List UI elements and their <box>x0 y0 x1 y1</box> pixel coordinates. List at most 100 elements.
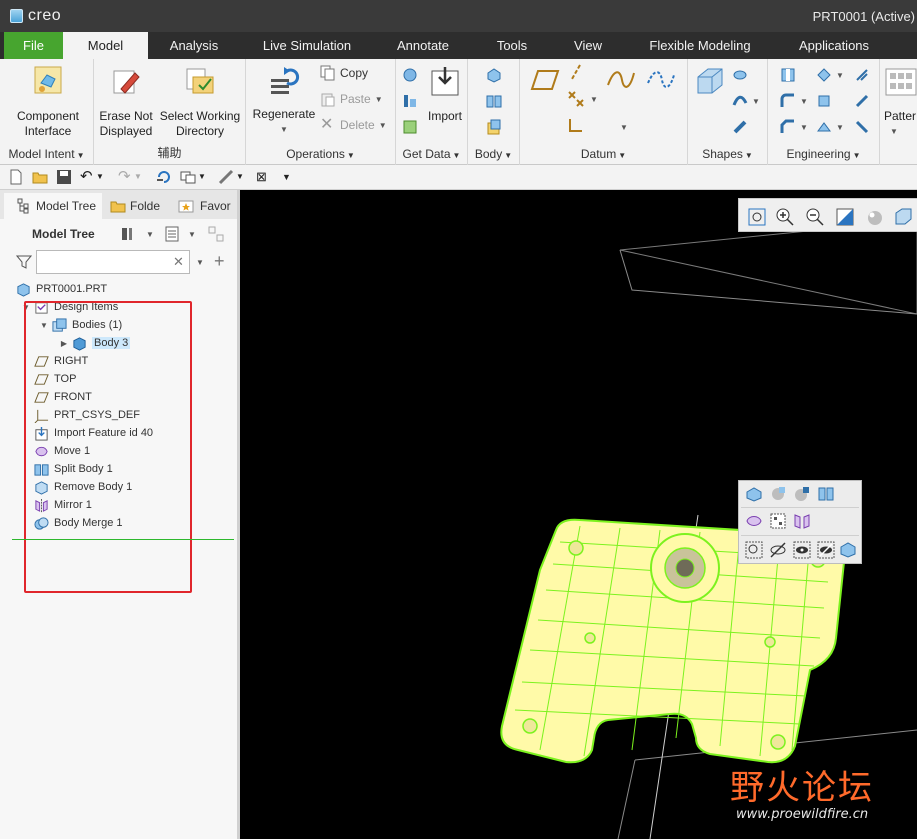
chevron-down-icon[interactable]: ▼ <box>96 169 112 185</box>
display-style-icon[interactable] <box>865 207 885 227</box>
chevron-down-icon[interactable]: ▼ <box>198 169 214 185</box>
tree-root[interactable]: PRT0001.PRT <box>16 280 107 298</box>
chevron-down-icon[interactable]: ▼ <box>134 169 150 185</box>
chevron-down-icon[interactable]: ▼ <box>800 97 808 106</box>
datum-group-label[interactable]: Datum ▼ <box>520 147 687 161</box>
chevron-down-icon[interactable]: ▼ <box>236 169 252 185</box>
tab-folder-browser[interactable]: Folde <box>102 193 168 219</box>
split-body-icon[interactable] <box>486 93 502 109</box>
revolve-icon[interactable] <box>732 67 748 83</box>
pattern-body-icon[interactable] <box>769 512 787 530</box>
insert-here-line[interactable] <box>12 539 234 540</box>
redo-icon[interactable]: ↷ <box>118 169 134 185</box>
save-icon[interactable] <box>56 169 72 185</box>
tree-filter-disabled-icon[interactable] <box>208 226 224 242</box>
close-window-icon[interactable]: ⊠ <box>256 169 272 185</box>
tab-live-simulation[interactable]: Live Simulation <box>254 32 360 59</box>
chevron-down-icon[interactable]: ▼ <box>146 230 154 239</box>
chevron-down-icon[interactable]: ▼ <box>800 123 808 132</box>
tab-applications[interactable]: Applications <box>788 32 880 59</box>
show-icon[interactable] <box>793 541 811 559</box>
draft-icon[interactable] <box>816 93 832 109</box>
coordinate-system-icon[interactable] <box>566 117 584 135</box>
tab-flexible-modeling[interactable]: Flexible Modeling <box>640 32 760 59</box>
component-interface-button[interactable]: Component Interface <box>8 65 88 139</box>
tab-file[interactable]: File <box>4 32 63 59</box>
boolean-icon[interactable] <box>486 119 502 135</box>
point-icon[interactable] <box>566 89 586 109</box>
chevron-down-icon[interactable]: ▼ <box>196 258 204 267</box>
mirror-body-icon[interactable] <box>793 512 811 530</box>
new-file-icon[interactable] <box>8 169 24 185</box>
select-working-directory-button[interactable]: Select Working Directory <box>156 65 244 139</box>
body-display-icon[interactable] <box>793 485 811 503</box>
tree-search-input[interactable] <box>36 250 190 274</box>
erase-not-displayed-button[interactable]: Erase Not Displayed <box>98 65 154 139</box>
refit-icon[interactable] <box>747 207 767 227</box>
tab-tools[interactable]: Tools <box>488 32 536 59</box>
shapes-group-label[interactable]: Shapes ▼ <box>688 147 767 161</box>
clear-search-icon[interactable]: ✕ <box>173 254 184 270</box>
round-icon[interactable] <box>780 93 796 109</box>
curve-icon[interactable] <box>646 69 676 91</box>
spinal-bend-icon[interactable] <box>854 119 870 135</box>
move-body-icon[interactable] <box>745 512 763 530</box>
saved-orientations-icon[interactable] <box>893 207 913 227</box>
shrinkwrap-icon[interactable] <box>402 119 418 135</box>
shell-icon[interactable] <box>816 67 832 83</box>
add-icon[interactable]: + <box>214 251 225 272</box>
regenerate-small-icon[interactable] <box>156 169 172 185</box>
tab-view[interactable]: View <box>566 32 610 59</box>
show-list-icon[interactable] <box>164 226 180 242</box>
pattern-button[interactable]: Patter ▼ <box>884 65 917 139</box>
tab-analysis[interactable]: Analysis <box>156 32 232 59</box>
sketch-icon[interactable] <box>606 69 636 91</box>
open-folder-icon[interactable] <box>32 169 48 185</box>
body-properties-icon[interactable] <box>745 485 763 503</box>
chevron-down-icon[interactable]: ▼ <box>836 71 844 80</box>
axis-icon[interactable] <box>568 63 584 81</box>
hole-icon[interactable] <box>780 67 796 83</box>
split-body-icon[interactable] <box>817 485 835 503</box>
zoom-out-icon[interactable] <box>805 207 825 227</box>
operations-group-label[interactable]: Operations ▼ <box>246 147 395 161</box>
tab-model-tree[interactable]: Model Tree <box>4 193 102 219</box>
tab-model[interactable]: Model <box>63 32 148 59</box>
regenerate-button[interactable]: Regenerate ▼ <box>250 63 318 137</box>
chevron-down-icon[interactable]: ▼ <box>188 230 196 239</box>
model-intent-group-label[interactable]: Model Intent ▼ <box>0 147 93 161</box>
chevron-down-icon[interactable]: ▼ <box>752 97 760 106</box>
measure-icon[interactable] <box>218 169 234 185</box>
zoom-to-selected-icon[interactable] <box>745 541 763 559</box>
tab-annotate[interactable]: Annotate <box>388 32 458 59</box>
tab-favorites[interactable]: Favor <box>168 193 234 219</box>
chevron-down-icon[interactable]: ▼ <box>836 123 844 132</box>
windows-icon[interactable] <box>180 169 196 185</box>
filter-icon[interactable] <box>16 254 32 270</box>
copy-geometry-icon[interactable] <box>402 93 418 109</box>
undo-icon[interactable]: ↶ <box>80 169 96 185</box>
chevron-down-icon[interactable]: ▼ <box>590 95 598 104</box>
delete-button[interactable]: ✕ Delete ▼ <box>320 117 387 133</box>
draft-offset-icon[interactable] <box>816 119 832 135</box>
body-group-label[interactable]: Body ▼ <box>468 147 519 161</box>
extrude-icon[interactable] <box>694 65 726 97</box>
hide-icon[interactable] <box>769 541 787 559</box>
sweep-icon[interactable] <box>732 93 748 109</box>
hide-others-icon[interactable] <box>817 541 835 559</box>
graphics-window[interactable]: 野火论坛 www.proewildfire.cn <box>240 190 917 839</box>
appearance-icon[interactable] <box>769 485 787 503</box>
isolate-body-icon[interactable] <box>839 541 857 559</box>
chevron-down-icon[interactable]: ▼ <box>620 123 628 132</box>
swept-blend-icon[interactable] <box>732 119 748 135</box>
paste-button[interactable]: Paste ▼ <box>320 91 383 107</box>
zoom-in-icon[interactable] <box>775 207 795 227</box>
body-icon[interactable] <box>486 67 502 83</box>
repaint-icon[interactable] <box>835 207 855 227</box>
plane-icon[interactable] <box>530 69 560 91</box>
customize-toolbar-icon[interactable]: ▼ <box>282 169 298 185</box>
chamfer-icon[interactable] <box>780 119 796 135</box>
tree-settings-tools-icon[interactable] <box>120 226 136 242</box>
toroidal-bend-icon[interactable] <box>854 93 870 109</box>
get-data-group-label[interactable]: Get Data ▼ <box>396 147 467 161</box>
